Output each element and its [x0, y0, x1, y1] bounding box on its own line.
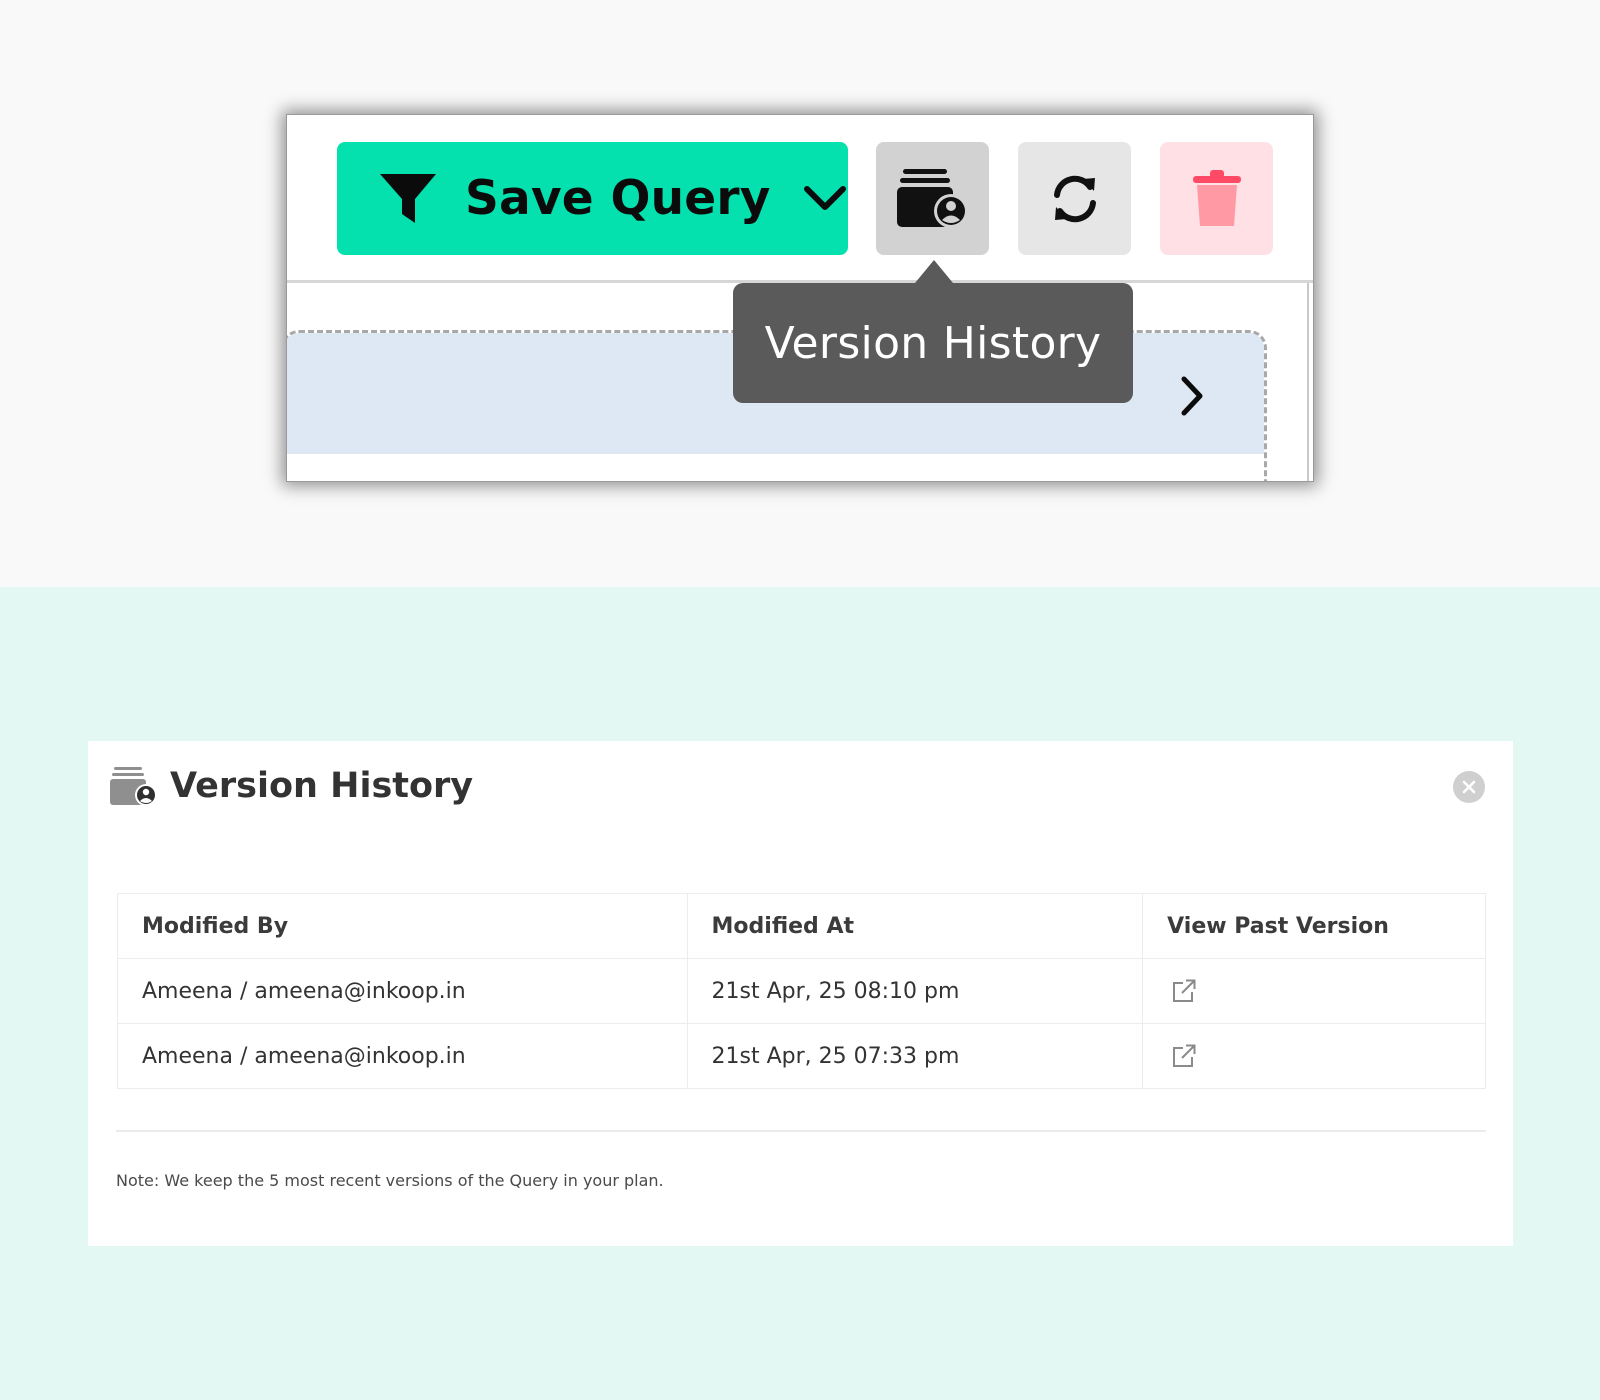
trash-icon: [1192, 169, 1241, 226]
view-past-version-cell: [1142, 958, 1486, 1024]
modified-at-cell: 21st Apr, 25 08:10 pm: [686, 958, 1144, 1024]
external-link-icon[interactable]: [1171, 978, 1197, 1004]
modified-at-cell: 21st Apr, 25 07:33 pm: [686, 1023, 1144, 1089]
modified-by-cell: Ameena / ameena@inkoop.in: [117, 1023, 688, 1089]
refresh-icon: [1053, 175, 1096, 222]
column-header-modified-at: Modified At: [686, 893, 1144, 959]
save-query-button[interactable]: Save Query: [337, 142, 848, 255]
chevron-right-icon[interactable]: [1174, 375, 1210, 417]
view-past-version-cell: [1142, 1023, 1486, 1089]
modified-by-cell: Ameena / ameena@inkoop.in: [117, 958, 688, 1024]
version-history-button[interactable]: [876, 142, 989, 255]
table-header-row: Modified By Modified At View Past Versio…: [117, 893, 1486, 959]
version-history-icon: [110, 767, 157, 806]
refresh-button[interactable]: [1018, 142, 1131, 255]
close-button[interactable]: [1453, 771, 1485, 803]
dialog-divider: [116, 1130, 1486, 1132]
version-limit-note: Note: We keep the 5 most recent versions…: [116, 1171, 664, 1190]
column-header-modified-by: Modified By: [117, 893, 688, 959]
top-zoom-area: Save Query Version History: [0, 0, 1600, 587]
tooltip-arrow: [915, 260, 953, 283]
version-history-tooltip: Version History: [733, 283, 1133, 403]
chevron-down-icon[interactable]: [803, 185, 847, 213]
column-header-view-past-version: View Past Version: [1142, 893, 1486, 959]
filter-icon: [380, 173, 436, 223]
dialog-title: Version History: [170, 766, 474, 806]
save-query-label: Save Query: [465, 171, 771, 226]
version-history-table: Modified By Modified At View Past Versio…: [117, 893, 1486, 1089]
table-row: Ameena / ameena@inkoop.in 21st Apr, 25 0…: [117, 1023, 1486, 1089]
delete-button[interactable]: [1160, 142, 1273, 255]
table-row: Ameena / ameena@inkoop.in 21st Apr, 25 0…: [117, 958, 1486, 1024]
external-link-icon[interactable]: [1171, 1043, 1197, 1069]
version-history-dialog: Version History Modified By Modified At …: [88, 741, 1513, 1246]
version-history-icon: [896, 168, 968, 228]
card-right-border: [1307, 283, 1309, 481]
close-icon: [1462, 780, 1476, 794]
